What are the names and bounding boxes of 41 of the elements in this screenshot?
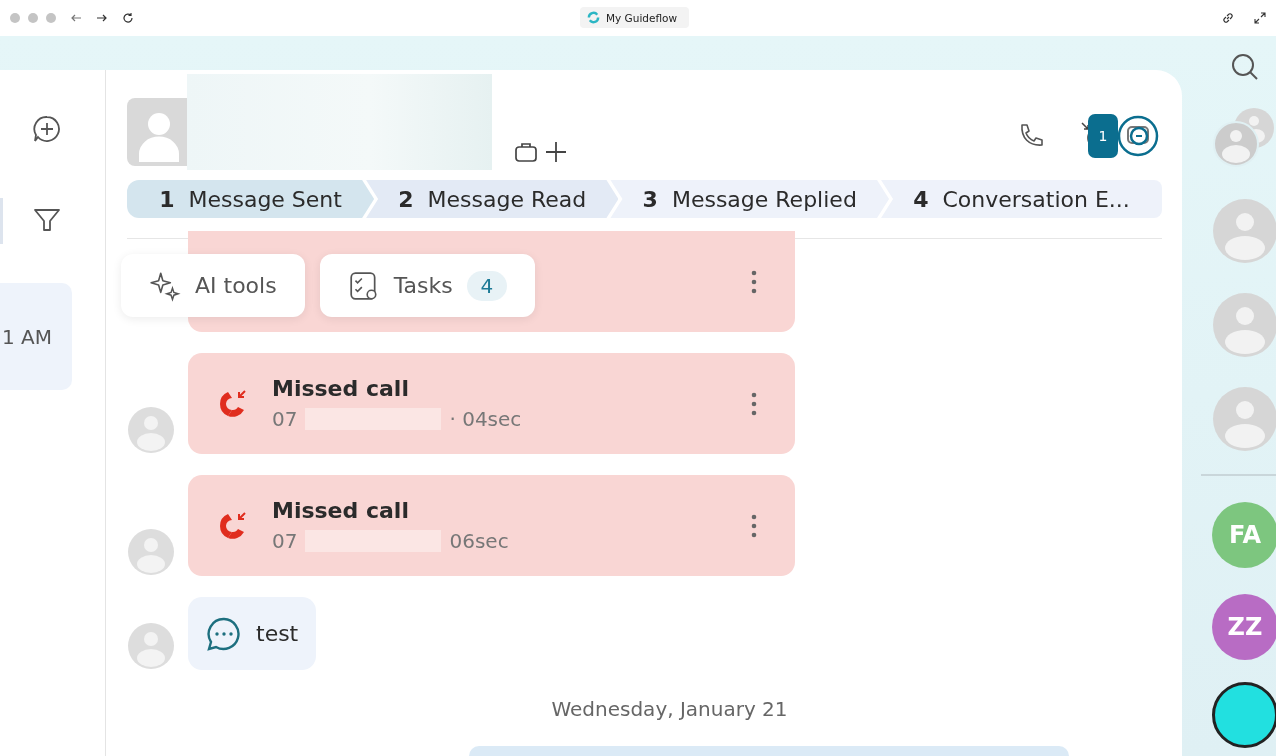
reload-icon[interactable] [122, 12, 134, 24]
selection-indicator [0, 198, 3, 244]
call-number: 07 [272, 407, 298, 431]
toolbar-popup-button[interactable]: Tasks 4 [319, 254, 536, 317]
browser-tab[interactable]: My Guideflow [580, 7, 690, 28]
more-options-icon[interactable] [751, 269, 757, 294]
pipeline-stage[interactable]: 4 Conversation E... [881, 180, 1162, 218]
message-bubble: test [188, 597, 317, 670]
conversation-item[interactable]: 1 AM [0, 283, 72, 390]
sender-avatar [127, 406, 175, 454]
call-duration: · 04sec [449, 407, 522, 431]
search-icon[interactable] [1230, 52, 1260, 82]
call-duration: 06sec [449, 529, 509, 553]
pipeline-stage[interactable]: 3 Message Replied [610, 180, 890, 218]
more-options-icon[interactable] [751, 513, 757, 538]
pipeline-stage[interactable]: 2 Message Read [366, 180, 619, 218]
task-list-icon [347, 269, 380, 302]
pipeline-stage[interactable]: 1 Message Sent [127, 180, 375, 218]
sender-avatar [127, 622, 175, 670]
chat-bubble-icon [206, 615, 242, 652]
link-icon[interactable] [1222, 12, 1234, 24]
new-chat-icon[interactable] [31, 114, 62, 144]
step-tooltip: 1 [1088, 114, 1118, 158]
plus-icon[interactable] [544, 140, 568, 164]
logo-icon [587, 11, 600, 24]
sender-avatar [127, 528, 175, 576]
sparkle-icon [149, 269, 181, 302]
toolbar-popup-button[interactable]: AI tools [121, 254, 305, 317]
call-number: 07 [272, 529, 298, 553]
more-options-icon[interactable] [751, 391, 757, 416]
date-divider: Wednesday, January 21 [550, 697, 789, 721]
contact-avatar[interactable]: ZZ [1212, 593, 1276, 660]
back-icon[interactable] [70, 12, 82, 24]
expand-icon[interactable] [1254, 12, 1266, 24]
task-count: 4 [466, 270, 508, 301]
call-title: Missed call [272, 376, 410, 401]
briefcase-icon[interactable] [514, 140, 538, 164]
chat-card-icon[interactable] [1116, 114, 1160, 158]
contact-avatar [127, 98, 187, 166]
forward-icon[interactable] [96, 12, 108, 24]
call-title: Missed call [272, 498, 410, 523]
